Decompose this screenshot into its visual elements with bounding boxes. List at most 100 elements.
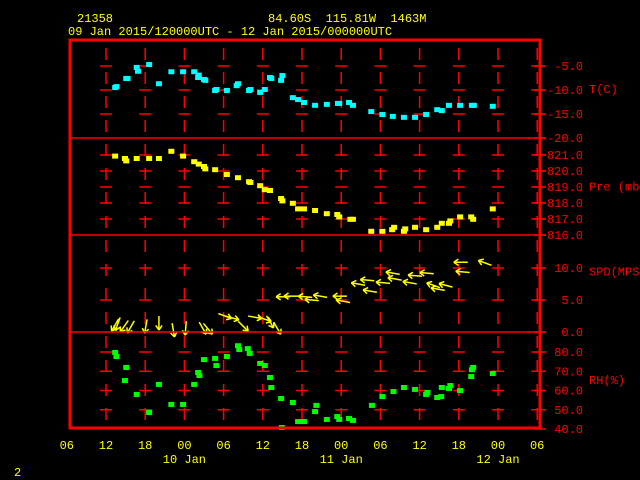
station-id: 21358	[77, 12, 113, 26]
temperature-point	[423, 111, 430, 117]
temperature-point	[223, 87, 230, 93]
temperature-point	[279, 73, 286, 79]
pressure-point	[323, 211, 330, 217]
pressure-point	[133, 156, 140, 161]
wind-arrow-head	[387, 274, 394, 279]
temperature-point	[289, 95, 296, 101]
x-tick-label: 18	[138, 439, 152, 453]
temperature-point	[368, 109, 375, 115]
pressure-point	[312, 208, 319, 213]
pressure-point	[180, 153, 187, 159]
relative_humidity-point	[121, 378, 128, 384]
grid	[100, 42, 544, 426]
temperature-point	[412, 114, 419, 120]
pressure-point	[212, 167, 219, 173]
pressure-point	[247, 180, 254, 185]
x-tick-label: 00	[177, 439, 191, 453]
pressure-point	[489, 206, 496, 212]
wind-arrow	[126, 320, 135, 334]
wind-arrow	[375, 278, 391, 287]
relative_humidity-point	[390, 389, 397, 395]
temperature-point	[124, 75, 131, 81]
relative_humidity-point	[123, 364, 130, 370]
relative_humidity-point	[246, 350, 253, 356]
relative_humidity-tick-label: 40.0	[554, 423, 583, 437]
wind-arrow-head	[402, 278, 409, 283]
pressure-point	[279, 198, 286, 204]
temperature-tick-label: -20.0	[547, 132, 583, 146]
temperature-point	[168, 69, 175, 75]
wind-arrow	[385, 268, 400, 277]
wind-arrow	[455, 267, 470, 276]
relative_humidity-point	[196, 373, 203, 379]
pressure-point	[168, 148, 175, 154]
pressure-tick-label: 819.0	[547, 181, 583, 195]
station-location: 84.60S 115.81W 1463M	[268, 12, 426, 26]
relative_humidity-point	[212, 355, 219, 361]
relative_humidity-point	[278, 395, 285, 401]
wind-arrow	[362, 286, 377, 295]
temperature-tick-label: -5.0	[554, 60, 583, 74]
wind-arrow	[155, 316, 163, 331]
relative_humidity-point	[468, 374, 475, 380]
temperature-point	[233, 83, 240, 89]
temperature-point	[389, 113, 396, 119]
pressure-point	[202, 166, 209, 172]
relative_humidity-tick-label: 70.0	[554, 365, 583, 379]
temperature-point	[268, 75, 275, 81]
temperature-tick-label: -15.0	[547, 108, 583, 122]
pressure-tick-label: 816.0	[547, 229, 583, 243]
wind-arrow-head	[385, 268, 392, 273]
pressure-point	[223, 172, 230, 177]
day-label: 11 Jan	[320, 453, 363, 467]
pressure-point	[234, 175, 241, 181]
relative_humidity-tick-label: 50.0	[554, 404, 583, 418]
wind-arrow	[335, 297, 351, 305]
pressure-point	[447, 218, 454, 224]
relative_humidity-point	[191, 381, 198, 387]
wind-arrow	[359, 276, 375, 284]
x-tick-label: 00	[334, 439, 348, 453]
temperature-point	[202, 77, 209, 83]
relative_humidity-point	[312, 409, 319, 415]
wind_speed-tick-label: 5.0	[561, 294, 583, 308]
wind-arrow	[237, 320, 249, 332]
wind-arrow	[438, 280, 453, 289]
temperature-point	[312, 102, 319, 108]
temperature-tick-label: -10.0	[547, 84, 583, 98]
x-tick-label: 06	[60, 439, 74, 453]
pressure-point	[289, 200, 296, 206]
wind-arrow	[453, 258, 468, 267]
relative_humidity-tick-label: 80.0	[554, 346, 583, 360]
temperature-point	[261, 87, 268, 92]
pressure-point	[295, 206, 302, 212]
relative_humidity-point	[236, 347, 243, 353]
temperature-axis-label: T(C)	[589, 83, 618, 97]
relative_humidity-point	[300, 419, 307, 425]
wind_speed-tick-label: 0.0	[561, 326, 583, 340]
wind-arrow	[225, 314, 240, 323]
relative_humidity-point	[201, 357, 207, 363]
x-tick-label: 06	[373, 439, 387, 453]
temperature-point	[489, 103, 496, 109]
wind-arrow	[477, 258, 492, 266]
relative_humidity-point	[223, 354, 230, 360]
pressure-point	[266, 188, 273, 193]
relative_humidity-point	[336, 416, 343, 422]
pressure-point	[336, 214, 343, 220]
wind-arrow-head	[350, 279, 357, 284]
wind-arrow	[283, 292, 298, 300]
pressure-axis-label: Pre (mb)	[589, 181, 640, 195]
pressure-point	[368, 228, 375, 234]
relative_humidity-point	[213, 363, 220, 369]
pressure-point	[391, 224, 398, 230]
temperature-point	[470, 102, 477, 108]
temperature-point	[295, 97, 302, 103]
wind-arrow	[419, 269, 434, 277]
x-tick-label: 18	[452, 439, 466, 453]
wind-arrow-head	[478, 258, 484, 262]
wind-arrow-head	[362, 286, 369, 291]
relative_humidity-point	[349, 417, 356, 423]
temperature-point	[446, 102, 452, 108]
wind-arrow-head	[426, 280, 433, 284]
